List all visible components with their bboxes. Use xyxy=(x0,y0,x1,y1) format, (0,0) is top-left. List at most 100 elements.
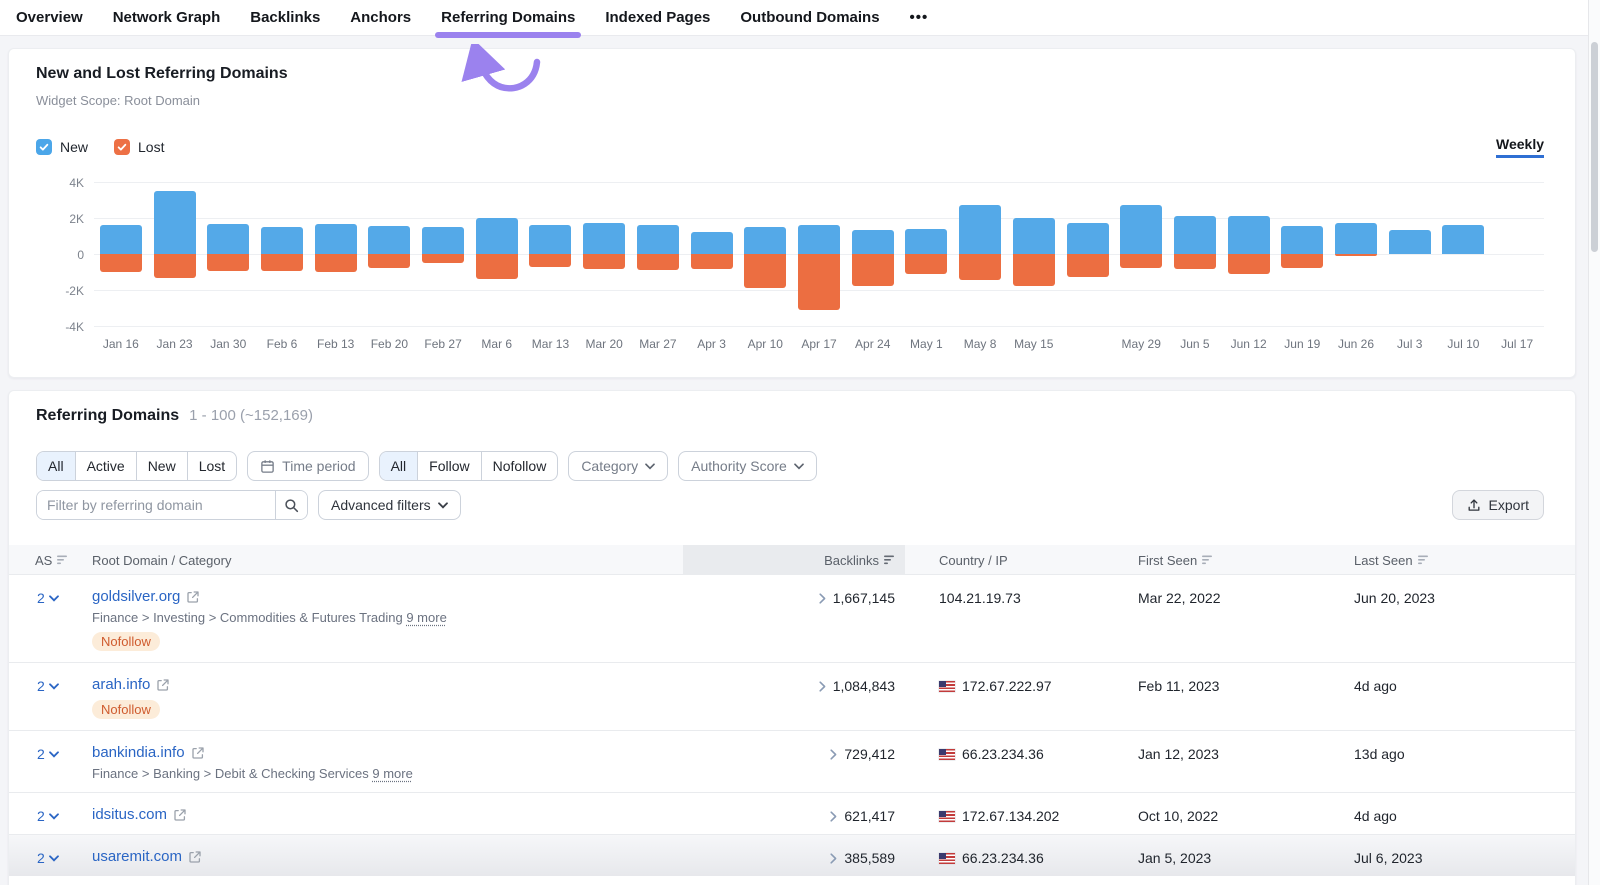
x-axis-tick: May 15 xyxy=(1007,337,1061,351)
table-row[interactable]: 2 goldsilver.org Finance > Investing > C… xyxy=(9,575,1575,663)
column-header-country-ip[interactable]: Country / IP xyxy=(905,553,1135,568)
column-header-as[interactable]: AS xyxy=(9,553,79,568)
status-filter-active[interactable]: Active xyxy=(75,452,136,480)
chart-bar-group[interactable]: Jan 23 xyxy=(148,182,202,327)
weekly-period-toggle[interactable]: Weekly xyxy=(1496,136,1544,158)
more-categories-link[interactable]: 9 more xyxy=(406,610,446,625)
chart-bar-group[interactable]: May 29 xyxy=(1114,182,1168,327)
more-categories-link[interactable]: 9 more xyxy=(372,766,412,781)
follow-filter-follow[interactable]: Follow xyxy=(417,452,480,480)
chart-bar-group[interactable]: Jun 12 xyxy=(1222,182,1276,327)
table-row[interactable]: 2 arah.info Nofollow 1,084,843 172.67.22… xyxy=(9,663,1575,731)
chart-bar-group[interactable]: May 15 xyxy=(1007,182,1061,327)
tab-overview[interactable]: Overview xyxy=(16,0,83,36)
first-seen-date: Jan 12, 2023 xyxy=(1135,731,1350,762)
follow-filter-nofollow[interactable]: Nofollow xyxy=(481,452,558,480)
authority-score-dropdown[interactable]: Authority Score xyxy=(678,451,817,481)
chart-bar-group[interactable]: Apr 17 xyxy=(792,182,846,327)
chart-bar-group[interactable]: Mar 20 xyxy=(577,182,631,327)
tab-anchors[interactable]: Anchors xyxy=(350,0,411,36)
first-seen-date: Feb 11, 2023 xyxy=(1135,663,1350,694)
expand-row-icon[interactable] xyxy=(830,853,837,864)
domain-link[interactable]: goldsilver.org xyxy=(92,588,180,605)
more-tabs-button[interactable]: ••• xyxy=(910,9,929,26)
expand-row-icon[interactable] xyxy=(819,681,826,692)
follow-filter-all[interactable]: All xyxy=(380,452,418,480)
lost-legend-label: Lost xyxy=(138,139,164,155)
status-filter-all[interactable]: All xyxy=(37,452,75,480)
column-header-first-seen[interactable]: First Seen xyxy=(1135,553,1350,568)
domain-link[interactable]: idsitus.com xyxy=(92,806,167,823)
chart-bar-group[interactable]: Jan 16 xyxy=(94,182,148,327)
expand-row-icon[interactable] xyxy=(830,811,837,822)
lost-bar xyxy=(261,254,303,271)
checkbox-checked-icon xyxy=(114,139,130,155)
chart-bar-group[interactable]: Feb 6 xyxy=(255,182,309,327)
chart-bar-group[interactable]: Jun 26 xyxy=(1329,182,1383,327)
status-filter-lost[interactable]: Lost xyxy=(187,452,236,480)
x-axis-tick: Jul 10 xyxy=(1437,337,1491,351)
x-axis-tick: Jan 30 xyxy=(201,337,255,351)
page-scrollbar[interactable] xyxy=(1588,0,1600,885)
chart-bar-group[interactable]: Apr 24 xyxy=(846,182,900,327)
as-value[interactable]: 2 xyxy=(9,663,79,694)
new-bar xyxy=(207,224,249,254)
tab-backlinks[interactable]: Backlinks xyxy=(250,0,320,36)
chart-bar-group[interactable]: Apr 10 xyxy=(738,182,792,327)
scrollbar-thumb[interactable] xyxy=(1591,42,1598,252)
as-value[interactable]: 2 xyxy=(9,731,79,762)
table-row[interactable]: 2 idsitus.com 621,417 172.67.134.202 Oct… xyxy=(9,793,1575,835)
chart-bar-group[interactable]: May 1 xyxy=(900,182,954,327)
chart-bar-group[interactable]: May 8 xyxy=(953,182,1007,327)
y-axis-tick: 4K xyxy=(69,176,84,190)
new-checkbox[interactable]: New xyxy=(36,139,88,155)
domain-link[interactable]: bankindia.info xyxy=(92,744,185,761)
advanced-filters-dropdown[interactable]: Advanced filters xyxy=(318,490,461,520)
tab-indexed-pages[interactable]: Indexed Pages xyxy=(605,0,710,36)
as-value[interactable]: 2 xyxy=(9,835,79,866)
chart-bar-group[interactable]: Jan 30 xyxy=(201,182,255,327)
table-row[interactable]: 2 bankindia.info Finance > Banking > Deb… xyxy=(9,731,1575,793)
column-header-root-domain[interactable]: Root Domain / Category xyxy=(79,553,683,568)
table-row[interactable]: 2 usaremit.com 385,589 66.23.234.36 Jan … xyxy=(9,835,1575,876)
backlinks-count: 621,417 xyxy=(844,808,895,824)
expand-row-icon[interactable] xyxy=(830,749,837,760)
chart-bar-group[interactable]: Apr 3 xyxy=(685,182,739,327)
chart-bar-group[interactable]: Mar 27 xyxy=(631,182,685,327)
chart-bar-group[interactable]: Jun 19 xyxy=(1275,182,1329,327)
chevron-down-icon xyxy=(49,855,59,862)
column-header-last-seen[interactable]: Last Seen xyxy=(1350,553,1575,568)
x-axis-tick: Jul 3 xyxy=(1383,337,1437,351)
tab-referring-domains[interactable]: Referring Domains xyxy=(441,0,575,36)
search-button[interactable] xyxy=(275,491,307,519)
chart-bar-group[interactable]: Mar 13 xyxy=(524,182,578,327)
expand-row-icon[interactable] xyxy=(819,593,826,604)
tab-network-graph[interactable]: Network Graph xyxy=(113,0,221,36)
tab-outbound-domains[interactable]: Outbound Domains xyxy=(740,0,879,36)
category-dropdown[interactable]: Category xyxy=(568,451,668,481)
as-value[interactable]: 2 xyxy=(9,793,79,824)
column-header-backlinks[interactable]: Backlinks xyxy=(683,545,905,575)
chart-bar-group[interactable]: Jun 5 xyxy=(1168,182,1222,327)
chart-bar-group[interactable]: Feb 20 xyxy=(363,182,417,327)
chart-bar-group[interactable]: Feb 27 xyxy=(416,182,470,327)
ip-address: 104.21.19.73 xyxy=(939,590,1021,606)
as-value[interactable]: 2 xyxy=(9,575,79,606)
new-bar xyxy=(1067,223,1109,254)
chart-bar-group[interactable]: Feb 13 xyxy=(309,182,363,327)
status-filter-new[interactable]: New xyxy=(136,452,187,480)
time-period-button[interactable]: Time period xyxy=(247,451,368,481)
chevron-down-icon xyxy=(438,502,448,509)
lost-bar xyxy=(959,254,1001,280)
domain-link[interactable]: arah.info xyxy=(92,676,150,693)
chart-bar-group[interactable]: Jul 10 xyxy=(1437,182,1491,327)
chart-bar-group[interactable] xyxy=(1061,182,1115,327)
export-button[interactable]: Export xyxy=(1452,490,1544,520)
chart-bar-group[interactable]: Mar 6 xyxy=(470,182,524,327)
domain-link[interactable]: usaremit.com xyxy=(92,848,182,865)
lost-checkbox[interactable]: Lost xyxy=(114,139,164,155)
chart-bar-group[interactable]: Jul 17 xyxy=(1490,182,1544,327)
domain-filter-input[interactable] xyxy=(37,491,275,519)
chart-bar-group[interactable]: Jul 3 xyxy=(1383,182,1437,327)
external-link-icon xyxy=(174,809,186,821)
